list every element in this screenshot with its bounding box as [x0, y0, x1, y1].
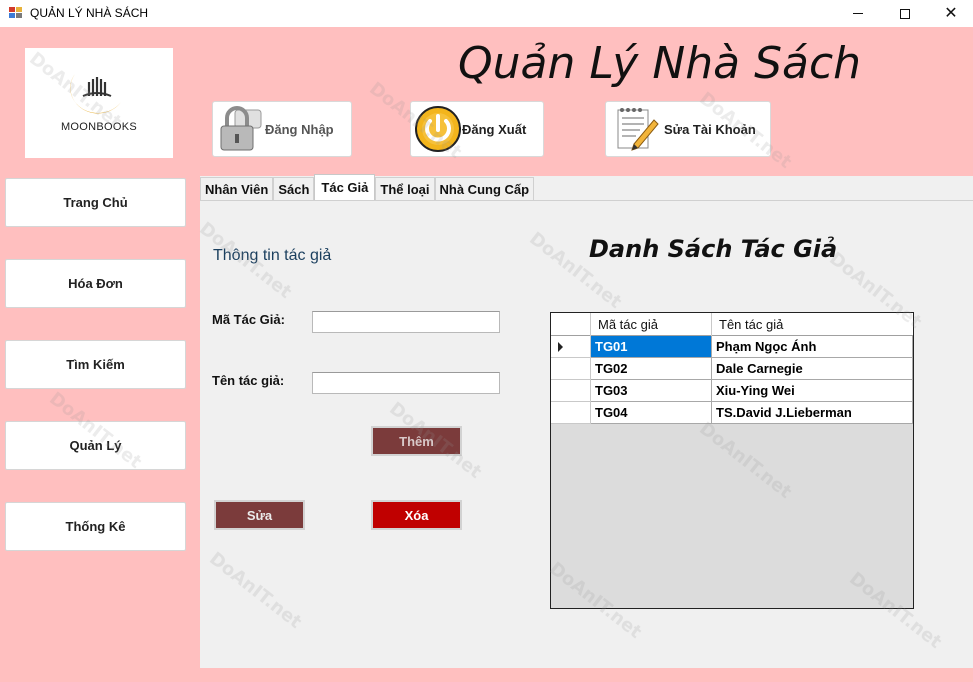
close-icon: ✕ [944, 4, 958, 22]
maximize-button[interactable] [882, 0, 928, 27]
minimize-button[interactable] [835, 0, 881, 27]
delete-button[interactable]: Xóa [371, 500, 462, 530]
bottom-strip [200, 668, 973, 682]
table-row[interactable]: TG04 TS.David J.Lieberman [551, 402, 913, 424]
cell-author-name[interactable]: Dale Carnegie [712, 358, 913, 380]
main-panel: Nhân Viên Sách Tác Giả Thể loại Nhà Cung… [200, 174, 973, 668]
author-id-label: Mã Tác Giả: [212, 312, 285, 327]
sidebar-item-search[interactable]: Tìm Kiếm [5, 340, 186, 389]
sidebar-item-invoice[interactable]: Hóa Đơn [5, 259, 186, 308]
table-row[interactable]: TG03 Xiu-Ying Wei [551, 380, 913, 402]
cell-author-id[interactable]: TG03 [591, 380, 712, 402]
logo: MOONBOOKS [25, 48, 173, 158]
edit-account-button[interactable]: Sửa Tài Khoản [605, 101, 771, 157]
author-id-input[interactable] [312, 311, 500, 333]
row-selector[interactable] [551, 380, 591, 402]
table-row[interactable]: TG01 Phạm Ngọc Ánh [551, 336, 913, 358]
author-name-input[interactable] [312, 372, 500, 394]
tab-employees[interactable]: Nhân Viên [200, 177, 274, 200]
close-button[interactable]: ✕ [928, 0, 973, 27]
power-icon [415, 106, 461, 152]
cell-author-name[interactable]: Phạm Ngọc Ánh [712, 336, 913, 358]
cell-author-id[interactable]: TG04 [591, 402, 712, 424]
page-title: Quản Lý Nhà Sách [458, 38, 862, 89]
sidebar-item-statistics[interactable]: Thống Kê [5, 502, 186, 551]
title-bar: QUẢN LÝ NHÀ SÁCH ✕ [0, 0, 973, 27]
grid-header-author-name[interactable]: Tên tác giả [712, 313, 912, 336]
tab-books[interactable]: Sách [273, 177, 315, 200]
app-icon [9, 7, 23, 19]
author-grid[interactable]: Mã tác giả Tên tác giả TG01 Phạm Ngọc Án… [550, 312, 914, 609]
notepad-pencil-icon [617, 108, 659, 151]
author-name-label: Tên tác giả: [212, 373, 285, 388]
logout-label: Đăng Xuất [462, 121, 527, 137]
grid-header: Mã tác giả Tên tác giả [551, 313, 913, 336]
tab-page-authors: Thông tin tác giả Mã Tác Giả: Tên tác gi… [200, 201, 973, 668]
cell-author-id[interactable]: TG02 [591, 358, 712, 380]
logo-text: MOONBOOKS [60, 121, 138, 133]
tab-authors[interactable]: Tác Giả [314, 174, 376, 200]
sidebar-item-home[interactable]: Trang Chủ [5, 178, 186, 227]
cell-author-name[interactable]: Xiu-Ying Wei [712, 380, 913, 402]
grid-header-author-id[interactable]: Mã tác giả [591, 313, 712, 336]
maximize-icon [900, 8, 910, 19]
lock-icon [220, 106, 262, 151]
current-row-arrow-icon [558, 342, 563, 352]
add-button[interactable]: Thêm [371, 426, 462, 456]
row-selector[interactable] [551, 358, 591, 380]
row-selector[interactable] [551, 402, 591, 424]
logout-button[interactable]: Đăng Xuất [410, 101, 544, 157]
cell-author-id[interactable]: TG01 [591, 336, 712, 358]
tab-suppliers[interactable]: Nhà Cung Cấp [434, 177, 535, 200]
book-moon-logo-icon [70, 74, 121, 114]
table-row[interactable]: TG02 Dale Carnegie [551, 358, 913, 380]
author-list-title: Danh Sách Tác Giả [589, 235, 838, 263]
grid-header-selector [551, 313, 591, 336]
cell-author-name[interactable]: TS.David J.Lieberman [712, 402, 913, 424]
edit-button[interactable]: Sửa [214, 500, 305, 530]
tab-categories[interactable]: Thể loại [375, 177, 435, 200]
sidebar-item-manage[interactable]: Quản Lý [5, 421, 186, 470]
window-title: QUẢN LÝ NHÀ SÁCH [30, 6, 149, 20]
login-label: Đăng Nhập [265, 121, 334, 137]
author-info-title: Thông tin tác giả [213, 247, 332, 264]
login-button[interactable]: Đăng Nhập [212, 101, 352, 157]
minimize-icon [853, 13, 863, 14]
edit-account-label: Sửa Tài Khoản [664, 121, 756, 137]
row-selector[interactable] [551, 336, 591, 358]
tab-strip: Nhân Viên Sách Tác Giả Thể loại Nhà Cung… [200, 174, 535, 200]
